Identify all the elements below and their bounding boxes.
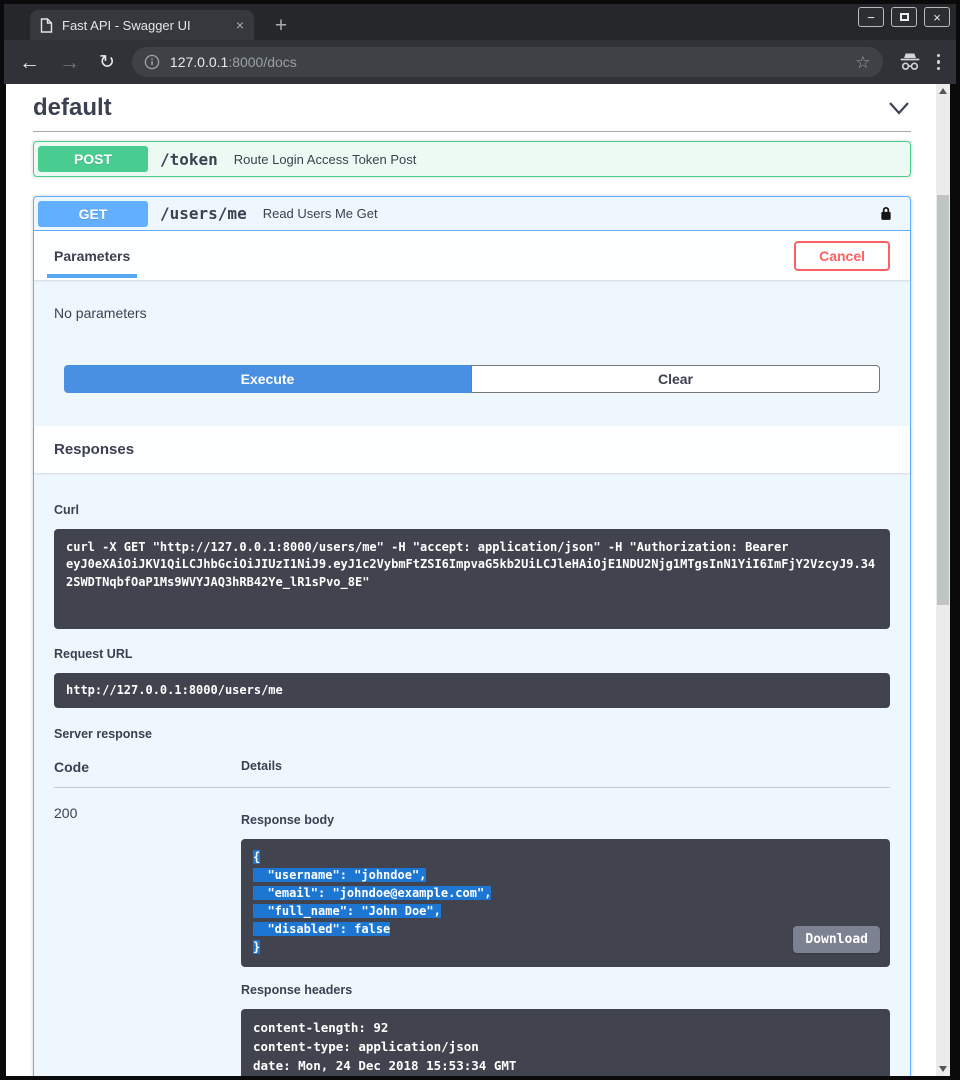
responses-title: Responses (54, 441, 134, 458)
opblock-get-header[interactable]: GET /users/me Read Users Me Get (34, 197, 910, 231)
response-body-line: "full_name": "John Doe", (253, 903, 878, 921)
browser-viewport: default POST /token Route Login Access T… (6, 84, 950, 1076)
tag-section-header[interactable]: default (33, 84, 911, 132)
server-response-row: 200 Response body { "username": "johndoe… (54, 788, 890, 1076)
tab-close-icon[interactable]: × (236, 18, 244, 32)
download-button[interactable]: Download (793, 926, 880, 953)
server-response-label: Server response (54, 727, 890, 741)
tab-title: Fast API - Swagger UI (62, 18, 227, 33)
cancel-button[interactable]: Cancel (794, 241, 890, 271)
browser-titlebar: Fast API - Swagger UI × + − × (4, 4, 956, 40)
parameters-body: No parameters Execute Clear (34, 280, 910, 393)
minimize-button[interactable]: − (858, 7, 884, 27)
url-bar[interactable]: 127.0.0.1:8000/docs ☆ (132, 47, 883, 77)
reload-icon[interactable]: ↻ (99, 53, 115, 72)
scrollbar-down-icon[interactable] (936, 1062, 950, 1076)
auth-lock-icon[interactable] (876, 203, 896, 225)
favicon-document-icon (40, 18, 53, 33)
opblock-post-header[interactable]: POST /token Route Login Access Token Pos… (34, 142, 910, 176)
tab-parameters[interactable]: Parameters (47, 231, 137, 280)
response-details: Response body { "username": "johndoe", "… (241, 805, 890, 1076)
responses-body: Curl curl -X GET "http://127.0.0.1:8000/… (34, 473, 910, 1076)
endpoint-summary: Read Users Me Get (263, 206, 378, 221)
back-icon[interactable]: ← (19, 52, 40, 73)
server-response-table-header: Code Details (54, 759, 890, 788)
clear-button[interactable]: Clear (471, 365, 880, 393)
browser-tab[interactable]: Fast API - Swagger UI × (30, 10, 254, 40)
response-headers-label: Response headers (241, 983, 890, 997)
close-button[interactable]: × (924, 7, 950, 27)
browser-toolbar: ← → ↻ 127.0.0.1:8000/docs ☆ (4, 40, 956, 84)
request-url-value: http://127.0.0.1:8000/users/me (54, 673, 890, 708)
browser-menu-icon[interactable] (937, 54, 941, 71)
curl-command[interactable]: curl -X GET "http://127.0.0.1:8000/users… (54, 529, 890, 629)
opblock-get-users-me: GET /users/me Read Users Me Get Paramete… (33, 196, 911, 1076)
no-parameters-text: No parameters (54, 305, 890, 321)
forward-icon: → (59, 52, 80, 73)
page-scrollbar[interactable] (936, 84, 950, 1076)
incognito-icon (898, 51, 922, 73)
opblock-post-token[interactable]: POST /token Route Login Access Token Pos… (33, 141, 911, 177)
url-host: 127.0.0.1 (170, 54, 228, 70)
endpoint-path: /token (160, 150, 218, 169)
response-body-line: "email": "johndoe@example.com", (253, 885, 878, 903)
response-body-block[interactable]: { "username": "johndoe", "email": "johnd… (241, 839, 890, 967)
responses-section-header: Responses (34, 426, 910, 473)
response-body-line: "disabled": false (253, 921, 878, 939)
request-url-label: Request URL (54, 647, 890, 661)
new-tab-button[interactable]: + (268, 14, 294, 38)
tag-title: default (33, 94, 112, 122)
scrollbar-thumb[interactable] (937, 195, 949, 605)
response-headers-block: content-length: 92 content-type: applica… (241, 1009, 890, 1076)
maximize-button[interactable] (891, 7, 917, 27)
swagger-page: default POST /token Route Login Access T… (6, 84, 936, 1076)
endpoint-path: /users/me (160, 204, 247, 223)
post-method-badge: POST (38, 146, 148, 172)
get-method-badge: GET (38, 201, 148, 227)
response-body-line: } (253, 939, 878, 957)
site-info-icon[interactable] (144, 54, 160, 70)
bookmark-star-icon[interactable]: ☆ (855, 54, 870, 71)
code-column-header: Code (54, 759, 241, 775)
scrollbar-up-icon[interactable] (936, 84, 950, 98)
url-path: :8000/docs (228, 54, 297, 70)
execute-button[interactable]: Execute (64, 365, 471, 393)
chevron-down-icon[interactable] (887, 99, 911, 117)
response-body-line: { (253, 849, 878, 867)
response-body-line: "username": "johndoe", (253, 867, 878, 885)
endpoint-summary: Route Login Access Token Post (234, 152, 417, 167)
status-code: 200 (54, 805, 241, 1076)
curl-label: Curl (54, 503, 890, 517)
window-controls: − × (858, 7, 950, 27)
execute-button-group: Execute Clear (64, 365, 880, 393)
details-column-header: Details (241, 759, 282, 775)
url-text: 127.0.0.1:8000/docs (170, 54, 297, 70)
response-body-label: Response body (241, 813, 890, 827)
parameters-section-header: Parameters Cancel (34, 231, 910, 280)
